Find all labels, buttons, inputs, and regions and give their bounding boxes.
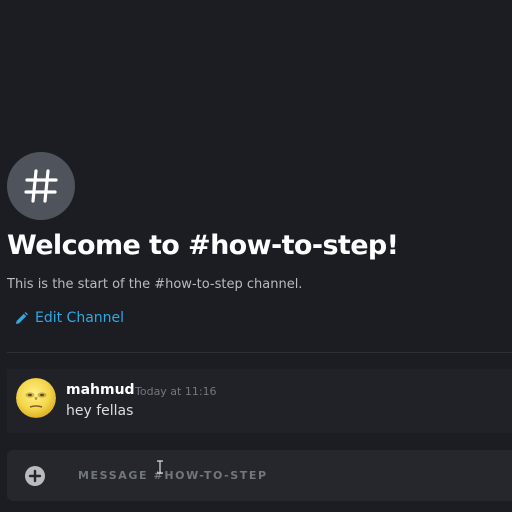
user-avatar[interactable] [16, 378, 56, 418]
welcome-subtitle: This is the start of the #how-to-step ch… [7, 277, 303, 292]
channel-welcome: Welcome to #how-to-step! This is the sta… [7, 152, 512, 326]
welcome-title: Welcome to #how-to-step! [7, 230, 399, 261]
moon-face-avatar [16, 378, 56, 418]
message-author[interactable]: mahmud [66, 382, 135, 398]
plus-circle-icon [28, 469, 42, 483]
message-text: hey fellas [66, 403, 134, 419]
chat-view: Welcome to #how-to-step! This is the sta… [0, 0, 512, 512]
divider [7, 352, 512, 353]
hash-icon [24, 169, 58, 203]
edit-channel-label: Edit Channel [35, 310, 125, 326]
message-input[interactable] [73, 450, 493, 501]
edit-channel-button[interactable]: Edit Channel [15, 310, 124, 326]
message-timestamp: Today at 11:16 [135, 385, 217, 398]
message-composer [7, 450, 512, 501]
attach-button[interactable] [25, 466, 45, 486]
message-item[interactable]: mahmud Today at 11:16 hey fellas [7, 369, 512, 433]
text-cursor-icon [157, 460, 163, 474]
channel-hash-badge [7, 152, 75, 220]
pencil-icon [16, 311, 28, 324]
